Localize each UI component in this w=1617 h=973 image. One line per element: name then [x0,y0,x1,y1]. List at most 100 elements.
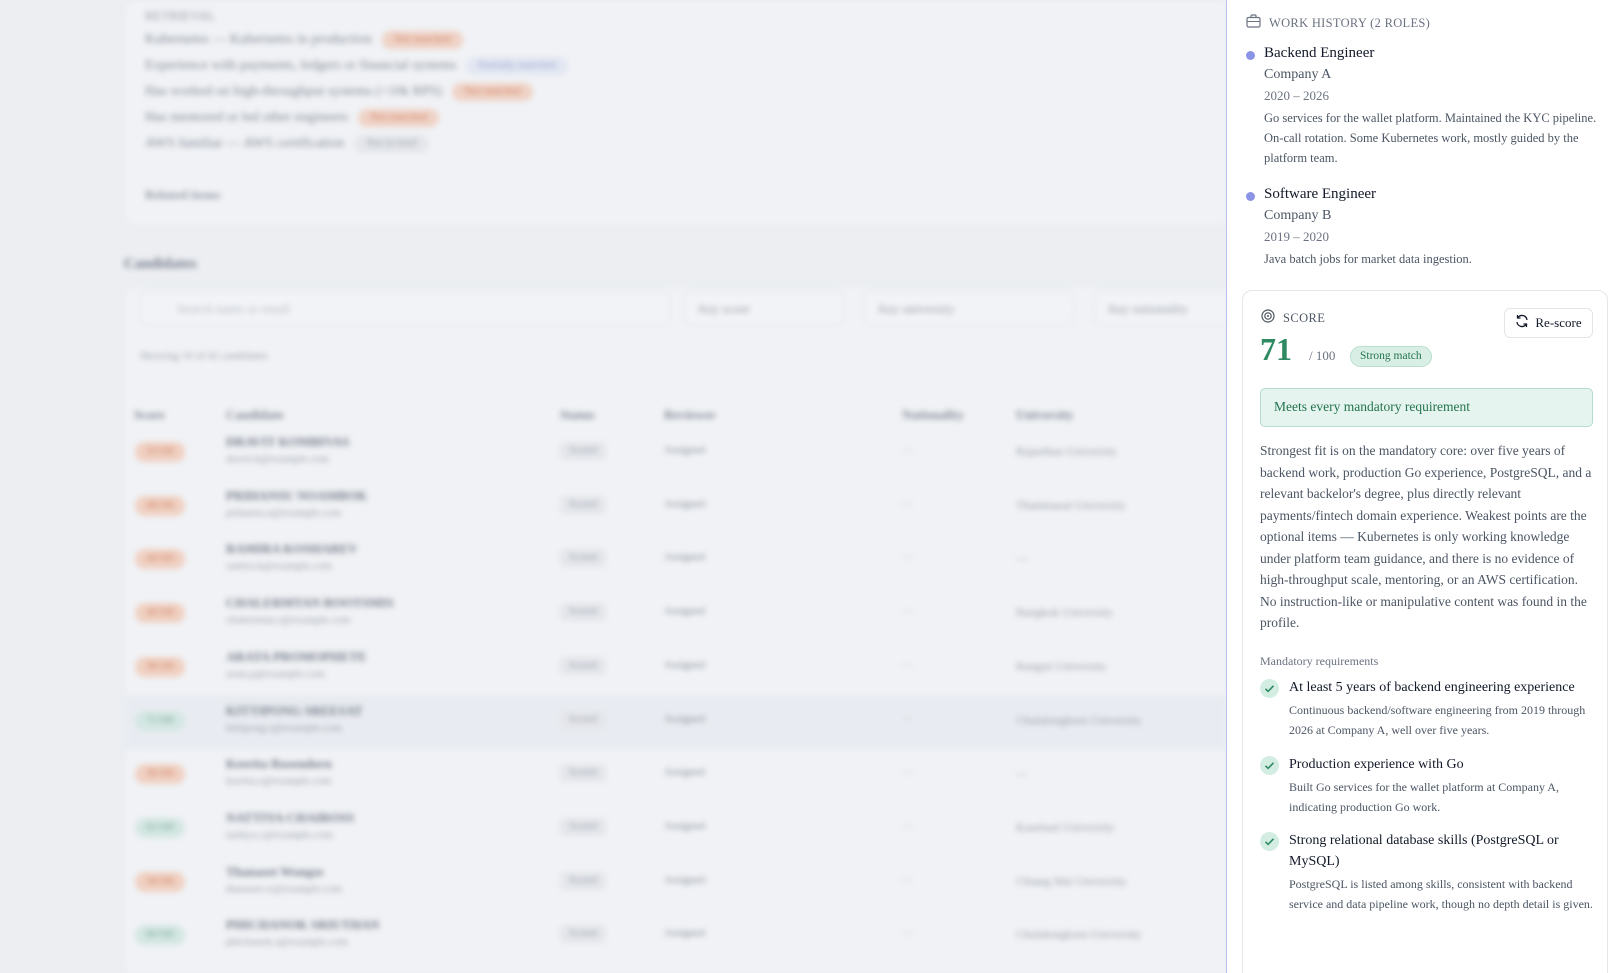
score-pill: 44/100 [135,549,185,570]
score-pill: 34/100 [135,871,185,892]
mandatory-requirements-label: Mandatory requirements [1260,654,1379,668]
column-header[interactable]: Candidate [226,407,284,423]
status-badge: Scored [560,603,606,622]
reason-tag: Not matched [452,83,533,101]
table-row[interactable]: 40/100 CHALERMTAN ROOTSMIS chalermtan.r@ex… [126,587,1226,641]
university-cell: — [1016,766,1028,781]
candidate-search-input[interactable]: Search name or email [140,291,670,325]
column-header[interactable]: Nationality [902,407,964,423]
column-header[interactable]: University [1016,407,1074,423]
university-cell: Chulalongkorn University [1016,712,1142,727]
status-badge: Scored [560,442,606,460]
candidates-heading: Candidates [124,256,197,272]
university-cell: Bangkok University [1016,605,1113,620]
nationality-cell: — [902,658,913,671]
nationality-filter-select[interactable]: Any nationality [1094,291,1226,325]
table-row[interactable]: 62/100 NATTIYA CHAIROSS nattiya.c@example.… [126,802,1226,856]
candidate-email: phichanok.s@example.com [226,936,348,949]
nationality-cell: — [902,819,913,832]
status-badge: Scored [560,710,606,729]
reason-item: Experience with payments, ledgers or fin… [145,57,568,75]
work-history-role: Software Engineer Company B 2019 – 2020 … [1246,186,1606,266]
showing-count: Showing 10 of 42 candidates [140,350,268,362]
requirement-item: Strong relational database skills (Postg… [1260,830,1600,930]
status-badge: Scored [560,764,606,783]
candidate-name: CHALERMTAN ROOTSMIS [226,595,394,611]
status-badge: Scored [560,817,606,836]
nationality-cell: — [902,927,913,940]
university-cell: — [1016,551,1028,566]
requirement-detail: Built Go services for the wallet platfor… [1289,780,1559,814]
reviewer-cell: Assigned [664,444,705,456]
candidate-email: chalermtan.r@example.com [226,614,351,627]
table-row[interactable]: 48/100 PRIHANSU NOAMBOK prihansu.n@example… [126,480,1226,534]
table-row[interactable]: 55/100 DRAVIT KOMBIVAS dravit.k@example.co… [126,426,1226,480]
score-value: 71 [1260,331,1292,367]
reason-tag: Not matched [358,109,439,127]
role-dates: 2020 – 2026 [1264,88,1329,103]
university-cell: Rangsit University [1016,658,1107,673]
requirement-detail: PostgreSQL is listed among skills, consi… [1289,877,1593,911]
reviewer-cell: Assigned [664,551,705,564]
reviewer-cell: Assigned [664,605,705,618]
timeline-dot [1246,51,1255,60]
reviewer-cell: Assigned [664,766,705,779]
score-filter-select[interactable]: Any score [684,291,844,325]
candidate-name: Thanaset Wongse [226,863,324,879]
candidate-detail-panel: WORK HISTORY (2 ROLES) Backend Engineer … [1226,0,1617,973]
score-heading: SCORE [1261,309,1325,327]
score-pill: 60/100 [135,925,185,946]
candidate-email: nattiya.c@example.com [226,828,333,841]
score-card: SCORE Re-score 71 / 100 Strong match Mee… [1242,290,1608,973]
requirement-title: Strong relational database skills (Postg… [1289,833,1559,869]
role-title: Software Engineer [1264,186,1377,202]
score-pill: 55/100 [135,442,185,462]
table-row[interactable]: 71/100 KITTIPONG SREESAT kittipong.s@examp… [126,694,1226,749]
nationality-cell: — [902,444,913,456]
candidate-email: thanaset.w@example.com [226,882,342,895]
candidate-name: PRIHANSU NOAMBOK [226,487,368,503]
role-description: Go services for the wallet platform. Mai… [1264,111,1597,165]
nationality-cell: — [902,605,913,618]
nationality-cell: — [902,873,913,886]
university-cell: Rajasthan University [1016,444,1117,458]
reason-item: Kubernetes — Kubernetes in production No… [145,31,463,49]
requirement-item: Production experience with Go Built Go s… [1260,754,1600,814]
candidate-name: KITTIPONG SREESAT [226,702,363,718]
score-pill: 62/100 [135,817,185,838]
check-icon [1260,756,1279,775]
table-row[interactable]: 44/100 RAMIRA KOSHAREV ramira.k@example.co… [126,533,1226,587]
reviewer-cell: Assigned [664,819,705,832]
table-row[interactable]: 36/100 Keerita Rosendorn keerita.r@example… [126,748,1226,802]
briefcase-icon [1246,14,1261,32]
status-badge: Scored [560,925,606,944]
related-items-toggle[interactable]: Related items [145,187,220,203]
reviewer-cell: Assigned [664,658,705,671]
table-row[interactable]: 34/100 Thanaset Wongse thanaset.w@example.… [126,856,1226,910]
university-cell: Thammasat University [1016,497,1126,512]
reasons-label: RETRIEVAL [145,8,216,23]
column-header[interactable]: Score [134,407,165,423]
candidate-name: ARATA PROMOPHETE [226,648,367,664]
university-filter-select[interactable]: Any university [864,291,1074,325]
candidate-email: arata.p@example.com [226,667,325,680]
score-pill: 40/100 [135,603,185,624]
column-header[interactable]: Reviewer [664,407,716,423]
background-page: RETRIEVAL Kubernetes — Kubernetes in pro… [0,0,1226,973]
university-cell: Kasetsart University [1016,819,1115,834]
candidate-name: PHICHANOK SRIUTHAN [226,917,380,933]
column-header[interactable]: Status [560,407,595,423]
check-icon [1260,832,1279,851]
status-badge: Scored [560,871,606,890]
table-row[interactable]: 38/100 ARATA PROMOPHETE arata.p@example.co… [126,641,1226,695]
rescore-button[interactable]: Re-score [1504,308,1593,338]
role-company: Company B [1264,208,1332,223]
reviewer-cell: Assigned [664,497,705,510]
role-description: Java batch jobs for market data ingestio… [1264,252,1472,266]
candidate-name: NATTIYA CHAIROSS [226,809,355,825]
status-badge: Scored [560,549,606,568]
mandatory-status-banner: Meets every mandatory requirement [1260,388,1593,427]
candidate-name: DRAVIT KOMBIVAS [226,434,350,449]
status-badge: Scored [560,495,606,514]
table-row[interactable]: 60/100 PHICHANOK SRIUTHAN phichanok.s@exam… [126,909,1226,963]
